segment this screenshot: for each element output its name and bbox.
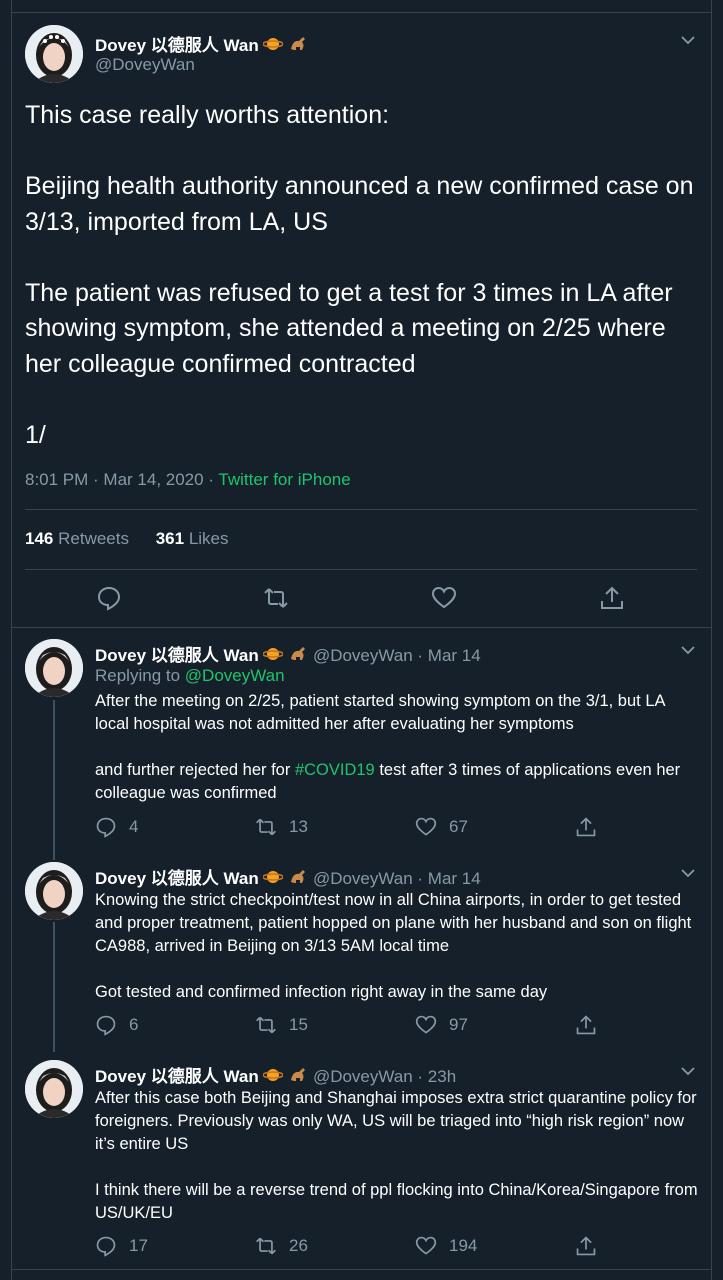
divider <box>25 509 697 510</box>
thread-line <box>53 922 55 1052</box>
retweet-button[interactable]: 13 <box>255 816 308 838</box>
left-frame <box>0 0 12 1280</box>
chevron-down-icon[interactable] <box>678 1061 698 1081</box>
separator <box>12 1269 711 1270</box>
reply-count: 17 <box>129 1236 148 1255</box>
reply-actions: 17 26 194 <box>95 1235 615 1259</box>
like-icon <box>415 1236 437 1255</box>
handle-time[interactable]: @DoveyWan · Mar 14 <box>313 869 481 888</box>
dinosaur-emoji-icon <box>288 1067 308 1086</box>
like-button[interactable]: 194 <box>415 1235 477 1257</box>
retweet-count: 26 <box>289 1236 308 1255</box>
reply-icon[interactable] <box>96 585 122 611</box>
retweet-button[interactable]: 15 <box>255 1014 308 1036</box>
avatar-image <box>25 639 83 697</box>
retweet-count: 15 <box>289 1015 308 1034</box>
reply-header: Dovey 以德服人 Wan @DoveyWan · Mar 14 <box>95 641 481 666</box>
reply-header: Dovey 以德服人 Wan @DoveyWan · Mar 14 <box>95 864 481 889</box>
chevron-down-icon[interactable] <box>678 863 698 883</box>
planet-emoji-icon <box>262 869 285 888</box>
like-button[interactable]: 67 <box>415 816 468 838</box>
share-button[interactable] <box>575 816 597 838</box>
hashtag-link[interactable]: #COVID19 <box>295 761 375 779</box>
display-name[interactable]: Dovey 以德服人 Wan <box>95 646 259 665</box>
likes-stat[interactable]: 361 Likes <box>156 529 229 548</box>
top-border <box>12 12 711 13</box>
share-icon <box>576 1236 596 1256</box>
share-button[interactable] <box>575 1014 597 1036</box>
display-name[interactable]: Dovey 以德服人 Wan <box>95 1067 259 1086</box>
avatar[interactable] <box>25 25 83 83</box>
display-name[interactable]: Dovey 以德服人 Wan <box>95 869 259 888</box>
planet-emoji-icon <box>262 36 288 55</box>
reply-actions: 6 15 97 <box>95 1014 615 1038</box>
like-icon <box>415 817 437 836</box>
share-icon <box>576 1015 596 1035</box>
tweet-stats: 146 Retweets 361 Likes <box>25 529 229 549</box>
avatar-image <box>25 1060 83 1118</box>
reply-header: Dovey 以德服人 Wan @DoveyWan · 23h <box>95 1062 456 1087</box>
avatar[interactable] <box>25 862 83 920</box>
retweet-icon <box>256 1237 276 1255</box>
share-button[interactable] <box>575 1235 597 1257</box>
retweet-button[interactable]: 26 <box>255 1235 308 1257</box>
tweet-meta: 8:01 PM · Mar 14, 2020 · Twitter for iPh… <box>25 470 351 490</box>
tweet-text: This case really worths attention: Beiji… <box>25 101 694 449</box>
author-name[interactable]: Dovey 以德服人 Wan <box>95 31 308 56</box>
retweets-stat[interactable]: 146 Retweets <box>25 529 129 548</box>
retweet-icon <box>256 818 276 836</box>
handle-time[interactable]: @DoveyWan · Mar 14 <box>313 646 481 665</box>
like-button[interactable]: 97 <box>415 1014 468 1036</box>
display-name: Dovey 以德服人 Wan <box>95 36 259 55</box>
planet-emoji-icon <box>262 1067 285 1086</box>
like-icon[interactable] <box>431 585 457 611</box>
replying-prefix: Replying to <box>95 666 185 685</box>
avatar-image <box>25 25 83 83</box>
retweet-count: 13 <box>289 817 308 836</box>
reply-button[interactable]: 6 <box>95 1014 138 1036</box>
reply-text: Knowing the strict checkpoint/test now i… <box>95 891 692 1001</box>
replying-to: Replying to @DoveyWan <box>95 666 285 686</box>
reply-actions: 4 13 67 <box>95 816 615 840</box>
likes-count: 361 <box>155 529 185 548</box>
retweets-count: 146 <box>25 529 54 548</box>
share-icon <box>576 817 596 837</box>
replying-to-link[interactable]: @DoveyWan <box>185 666 285 685</box>
retweet-icon <box>256 1016 276 1034</box>
like-count: 97 <box>449 1015 468 1034</box>
chevron-down-icon[interactable] <box>678 640 698 660</box>
reply-icon <box>96 1236 116 1257</box>
right-frame <box>711 0 723 1280</box>
reply-text: After this case both Beijing and Shangha… <box>95 1089 698 1222</box>
like-icon <box>415 1015 437 1034</box>
dinosaur-emoji-icon <box>288 646 308 665</box>
dinosaur-emoji-icon <box>288 36 308 55</box>
handle-time[interactable]: @DoveyWan · 23h <box>313 1067 456 1086</box>
reply-text: After the meeting on 2/25, patient start… <box>95 690 700 805</box>
tweet-source[interactable]: Twitter for iPhone <box>218 470 350 489</box>
avatar[interactable] <box>25 639 83 697</box>
reply-count: 6 <box>129 1015 139 1034</box>
reply-count: 4 <box>129 817 139 836</box>
tweet-time[interactable]: 8:01 PM · Mar 14, 2020 · <box>25 470 218 489</box>
retweet-icon[interactable] <box>263 585 289 611</box>
like-count: 67 <box>449 817 468 836</box>
share-icon[interactable] <box>599 585 625 611</box>
reply-icon <box>96 1015 116 1036</box>
chevron-down-icon[interactable] <box>678 30 698 50</box>
reply-button[interactable]: 17 <box>95 1235 148 1257</box>
separator <box>12 627 711 628</box>
retweets-label: Retweets <box>58 529 129 548</box>
dinosaur-emoji-icon <box>288 869 308 888</box>
avatar[interactable] <box>25 1060 83 1118</box>
avatar-image <box>25 862 83 920</box>
thread-line <box>53 700 55 860</box>
like-count: 194 <box>449 1236 478 1255</box>
likes-label: Likes <box>188 529 229 548</box>
planet-emoji-icon <box>262 646 285 665</box>
author-handle[interactable]: @DoveyWan <box>95 55 195 75</box>
reply-button[interactable]: 4 <box>95 816 138 838</box>
divider <box>25 569 697 570</box>
reply-icon <box>96 817 116 838</box>
